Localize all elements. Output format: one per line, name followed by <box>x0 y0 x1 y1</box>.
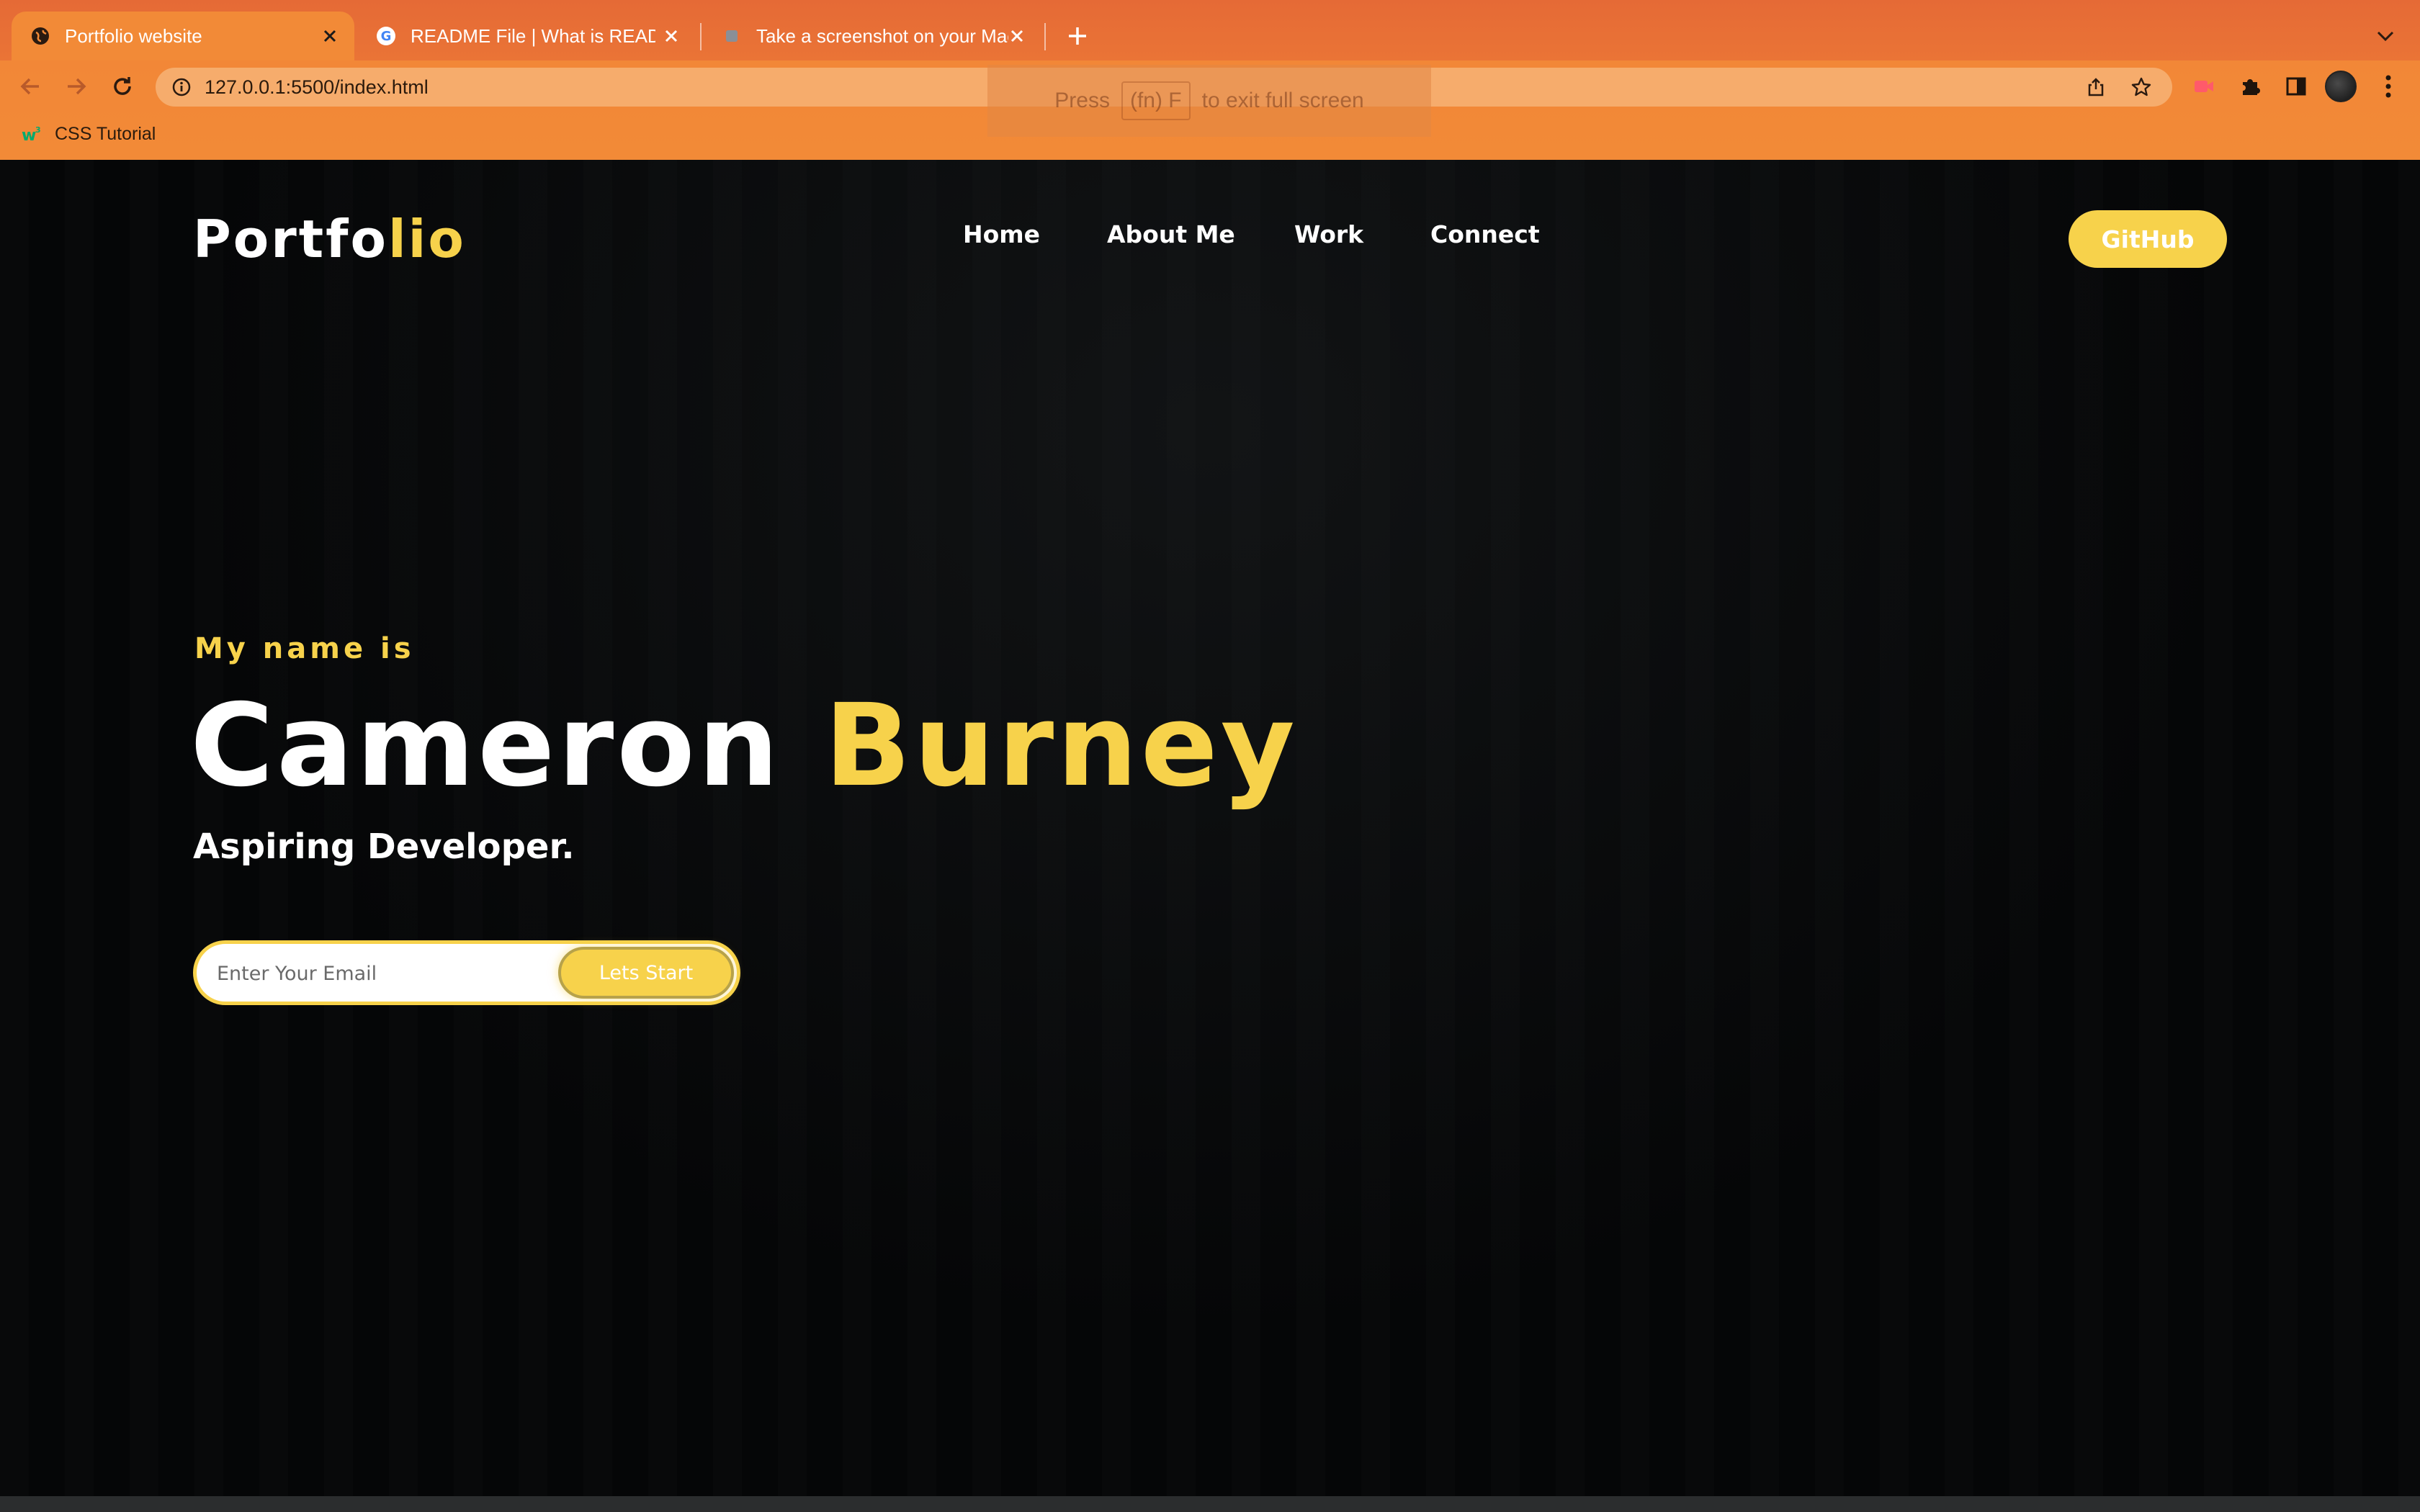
portfolio-page: Portfolio Home About Me Work Connect Git… <box>0 160 2420 1496</box>
nav-work[interactable]: Work <box>1294 220 1363 248</box>
tab-readme[interactable]: G README File | What is READM <box>357 12 696 60</box>
bookmark-label: CSS Tutorial <box>55 124 156 144</box>
toast-key: (fn) F <box>1121 81 1191 120</box>
browser-chrome: Portfolio website G README File | What i… <box>0 0 2420 160</box>
close-icon[interactable] <box>320 26 340 46</box>
close-icon[interactable] <box>661 26 681 46</box>
first-name: Cameron <box>190 680 782 812</box>
tab-screenshot[interactable]: Take a screenshot on your Mac <box>703 12 1041 60</box>
hero-intro: My name is <box>194 632 415 665</box>
svg-text:G: G <box>381 29 392 44</box>
chevron-down-icon[interactable] <box>2372 23 2398 49</box>
extension-recorder-icon[interactable] <box>2190 72 2218 101</box>
nav-home[interactable]: Home <box>963 220 1040 248</box>
close-icon[interactable] <box>1007 26 1027 46</box>
forward-icon[interactable] <box>62 72 91 101</box>
google-g-icon: G <box>376 26 396 46</box>
email-signup-form: Lets Start <box>193 940 740 1005</box>
tab-title: Portfolio website <box>65 24 202 47</box>
tab-divider <box>1044 23 1046 50</box>
logo-text: Portfo <box>193 209 388 269</box>
info-icon[interactable] <box>171 77 192 97</box>
reload-icon[interactable] <box>108 72 137 101</box>
toast-suffix: to exit full screen <box>1201 89 1364 112</box>
extensions-puzzle-icon[interactable] <box>2236 72 2264 101</box>
side-panel-icon[interactable] <box>2282 72 2311 101</box>
share-icon[interactable] <box>2086 77 2106 97</box>
back-icon[interactable] <box>16 72 45 101</box>
tab-portfolio[interactable]: Portfolio website <box>12 12 354 60</box>
hero-role: Aspiring Developer. <box>193 827 575 867</box>
bookmark-css-tutorial[interactable]: w3 CSS Tutorial <box>20 124 156 145</box>
github-button[interactable]: GitHub <box>2069 210 2227 268</box>
lets-start-button[interactable]: Lets Start <box>558 947 734 999</box>
tab-strip: Portfolio website G README File | What i… <box>0 0 2420 60</box>
svg-text:3: 3 <box>35 125 41 135</box>
hero-name: Cameron Burney <box>190 678 1298 815</box>
logo-accent-text: lio <box>387 209 466 269</box>
tab-title: README File | What is READM <box>411 24 655 47</box>
email-input[interactable] <box>217 958 555 989</box>
nav-about-me[interactable]: About Me <box>1107 220 1235 248</box>
globe-icon <box>30 26 50 46</box>
tab-divider <box>700 23 702 50</box>
last-name: Burney <box>824 680 1298 812</box>
site-logo[interactable]: Portfolio <box>193 209 466 269</box>
bookmarks-bar: w3 CSS Tutorial <box>0 117 2420 153</box>
url-text[interactable]: 127.0.0.1:5500/index.html <box>205 76 429 99</box>
apple-icon <box>722 26 742 46</box>
svg-text:w: w <box>22 127 36 145</box>
w3schools-icon: w3 <box>20 125 43 145</box>
more-options-icon[interactable] <box>2374 72 2403 101</box>
nav-connect[interactable]: Connect <box>1430 220 1540 248</box>
bottom-edge <box>0 1496 2420 1512</box>
star-icon[interactable] <box>2130 76 2152 98</box>
new-tab-icon[interactable] <box>1062 20 1093 52</box>
toast-press: Press <box>1054 89 1110 112</box>
tab-title: Take a screenshot on your Mac <box>756 24 1008 47</box>
profile-avatar[interactable] <box>2325 71 2357 102</box>
